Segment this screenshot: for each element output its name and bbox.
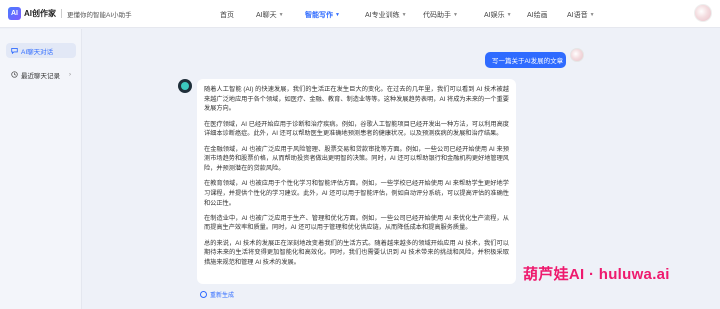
assistant-answer-card: 随着人工智能 (AI) 的快速发展，我们的生活正在发生巨大的变化。在过去的几年里…: [197, 79, 516, 284]
chevron-right-icon: ›: [69, 71, 71, 78]
sidebar-item-recent-history[interactable]: 最近聊天记录 ›: [6, 67, 76, 82]
app-slogan: 更懂你的智能AI小助手: [67, 11, 132, 19]
nav-item-ai-painting[interactable]: AI绘画: [527, 10, 548, 20]
app-name: AI创作家: [24, 9, 56, 18]
chevron-down-icon: ▼: [401, 12, 407, 18]
regenerate-label: 重新生成: [210, 293, 235, 299]
sidebar-item-label: 最近聊天记录: [21, 72, 60, 80]
top-navigation-bar: AI AI创作家 更懂你的智能AI小助手 首页 AI聊天 ▼ 智能写作 ▼ AI专业…: [0, 0, 720, 28]
user-message-avatar: [570, 48, 584, 62]
nav-item-ai-voice[interactable]: AI语音 ▼: [567, 10, 595, 20]
chevron-down-icon: ▼: [589, 12, 595, 18]
answer-paragraph: 在金融领域，AI 也被广泛应用于风险管理、股票交易和贷款审批等方面。例如，一些公…: [204, 145, 509, 172]
logo-icon: AI: [8, 7, 21, 20]
answer-paragraph: 在医疗领域，AI 已经开始应用于诊断和治疗疾病。例如，谷歌人工智能项目已经开发出…: [204, 120, 509, 138]
assistant-logo-icon: [181, 82, 189, 90]
clock-icon: [11, 71, 18, 78]
nav-item-code-assistant[interactable]: 代码助手 ▼: [423, 10, 458, 20]
answer-paragraph: 总的来说，AI 技术的发展正在深刻地改变着我们的生活方式。随着越来越多的领域开始…: [204, 239, 509, 267]
logo[interactable]: AI AI创作家 更懂你的智能AI小助手: [8, 7, 132, 20]
answer-paragraph: 在制造业中，AI 也被广泛应用于生产、管理和优化方面。例如，一些公司已经开始使用…: [204, 214, 509, 232]
chevron-down-icon: ▼: [506, 12, 512, 18]
sidebar: AI聊天对话 最近聊天记录 ›: [0, 29, 82, 309]
chat-icon: [11, 47, 18, 54]
watermark: 葫芦娃AI · huluwa.ai: [523, 266, 670, 283]
user-avatar[interactable]: [694, 4, 712, 22]
regenerate-button[interactable]: 重新生成: [200, 290, 234, 299]
answer-paragraph: 随着人工智能 (AI) 的快速发展，我们的生活正在发生巨大的变化。在过去的几年里…: [204, 86, 509, 113]
sidebar-item-label: AI聊天对话: [21, 48, 54, 56]
nav-item-ai-chat[interactable]: AI聊天 ▼: [256, 10, 284, 20]
answer-paragraph: 在教育领域，AI 也被应用于个性化学习和智能评估方面。例如，一些学校已经开始使用…: [204, 180, 509, 207]
nav-item-home[interactable]: 首页: [220, 10, 234, 20]
assistant-avatar: [178, 79, 192, 93]
chevron-down-icon: ▼: [335, 12, 340, 18]
logo-divider: [61, 9, 62, 18]
chevron-down-icon: ▼: [278, 12, 284, 18]
nav-item-smart-writing[interactable]: 智能写作 ▼: [305, 10, 340, 20]
chevron-down-icon: ▼: [453, 12, 458, 18]
nav-item-ai-training[interactable]: AI专业训练 ▼: [365, 10, 407, 20]
refresh-icon: [200, 291, 207, 298]
sidebar-item-ai-chat[interactable]: AI聊天对话: [6, 43, 76, 58]
user-message-bubble: 写一篇关于AI发展的文章: [485, 52, 566, 68]
nav-item-ai-entertainment[interactable]: AI娱乐 ▼: [484, 10, 512, 20]
